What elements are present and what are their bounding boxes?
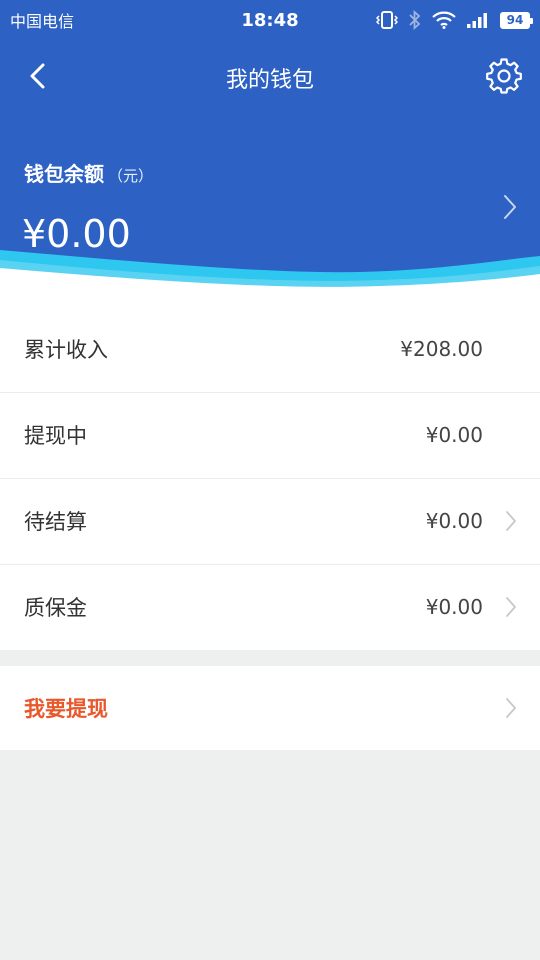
- header-wave: [0, 250, 540, 290]
- chevron-right-icon: [506, 597, 516, 617]
- status-bar: 中国电信 18:48 94: [0, 0, 540, 40]
- nav-bar: 我的钱包: [0, 40, 540, 112]
- row-total-income: 累计收入 ¥208.00: [0, 306, 540, 392]
- row-label: 质保金: [24, 596, 87, 620]
- withdraw-label: 我要提现: [24, 697, 108, 721]
- wallet-screen: 中国电信 18:48 94 我的钱包 钱包余额 （元） ¥0.00 累计收入 ¥…: [0, 0, 540, 960]
- row-value: ¥0.00: [425, 595, 483, 619]
- wallet-content: 累计收入 ¥208.00 提现中 ¥0.00 待结算 ¥0.00 质保金 ¥0.…: [0, 290, 540, 750]
- wallet-header: 我的钱包 钱包余额 （元） ¥0.00: [0, 40, 540, 290]
- battery-icon: 94: [500, 11, 533, 29]
- row-label: 待结算: [24, 510, 87, 534]
- vibrate-icon: [376, 11, 398, 29]
- section-gap: [0, 650, 540, 666]
- row-label: 提现中: [24, 424, 87, 448]
- row-deposit[interactable]: 质保金 ¥0.00: [0, 564, 540, 650]
- withdraw-button[interactable]: 我要提现: [0, 666, 540, 750]
- wifi-icon: [432, 11, 456, 29]
- status-icons: 94: [376, 10, 533, 30]
- row-label: 累计收入: [24, 338, 108, 362]
- chevron-right-icon: [506, 698, 516, 718]
- row-value: ¥208.00: [400, 337, 483, 361]
- gear-icon[interactable]: [486, 58, 522, 94]
- balance-label-group: 钱包余额 （元）: [24, 158, 153, 187]
- page-title: 我的钱包: [225, 68, 314, 93]
- bluetooth-icon: [409, 10, 421, 30]
- carrier-name: 中国电信: [10, 12, 75, 31]
- balance-label: 钱包余额: [24, 162, 104, 186]
- chevron-right-icon[interactable]: [500, 192, 520, 222]
- wallet-list: 累计收入 ¥208.00 提现中 ¥0.00 待结算 ¥0.00 质保金 ¥0.…: [0, 290, 540, 650]
- chevron-right-icon: [506, 511, 516, 531]
- row-value: ¥0.00: [425, 509, 483, 533]
- row-pending-settlement[interactable]: 待结算 ¥0.00: [0, 478, 540, 564]
- row-value: ¥0.00: [425, 423, 483, 447]
- signal-icon: [467, 13, 487, 28]
- row-withdrawing: 提现中 ¥0.00: [0, 392, 540, 478]
- balance-unit: （元）: [108, 167, 154, 185]
- battery-level: 94: [506, 13, 524, 27]
- back-icon[interactable]: [22, 60, 54, 92]
